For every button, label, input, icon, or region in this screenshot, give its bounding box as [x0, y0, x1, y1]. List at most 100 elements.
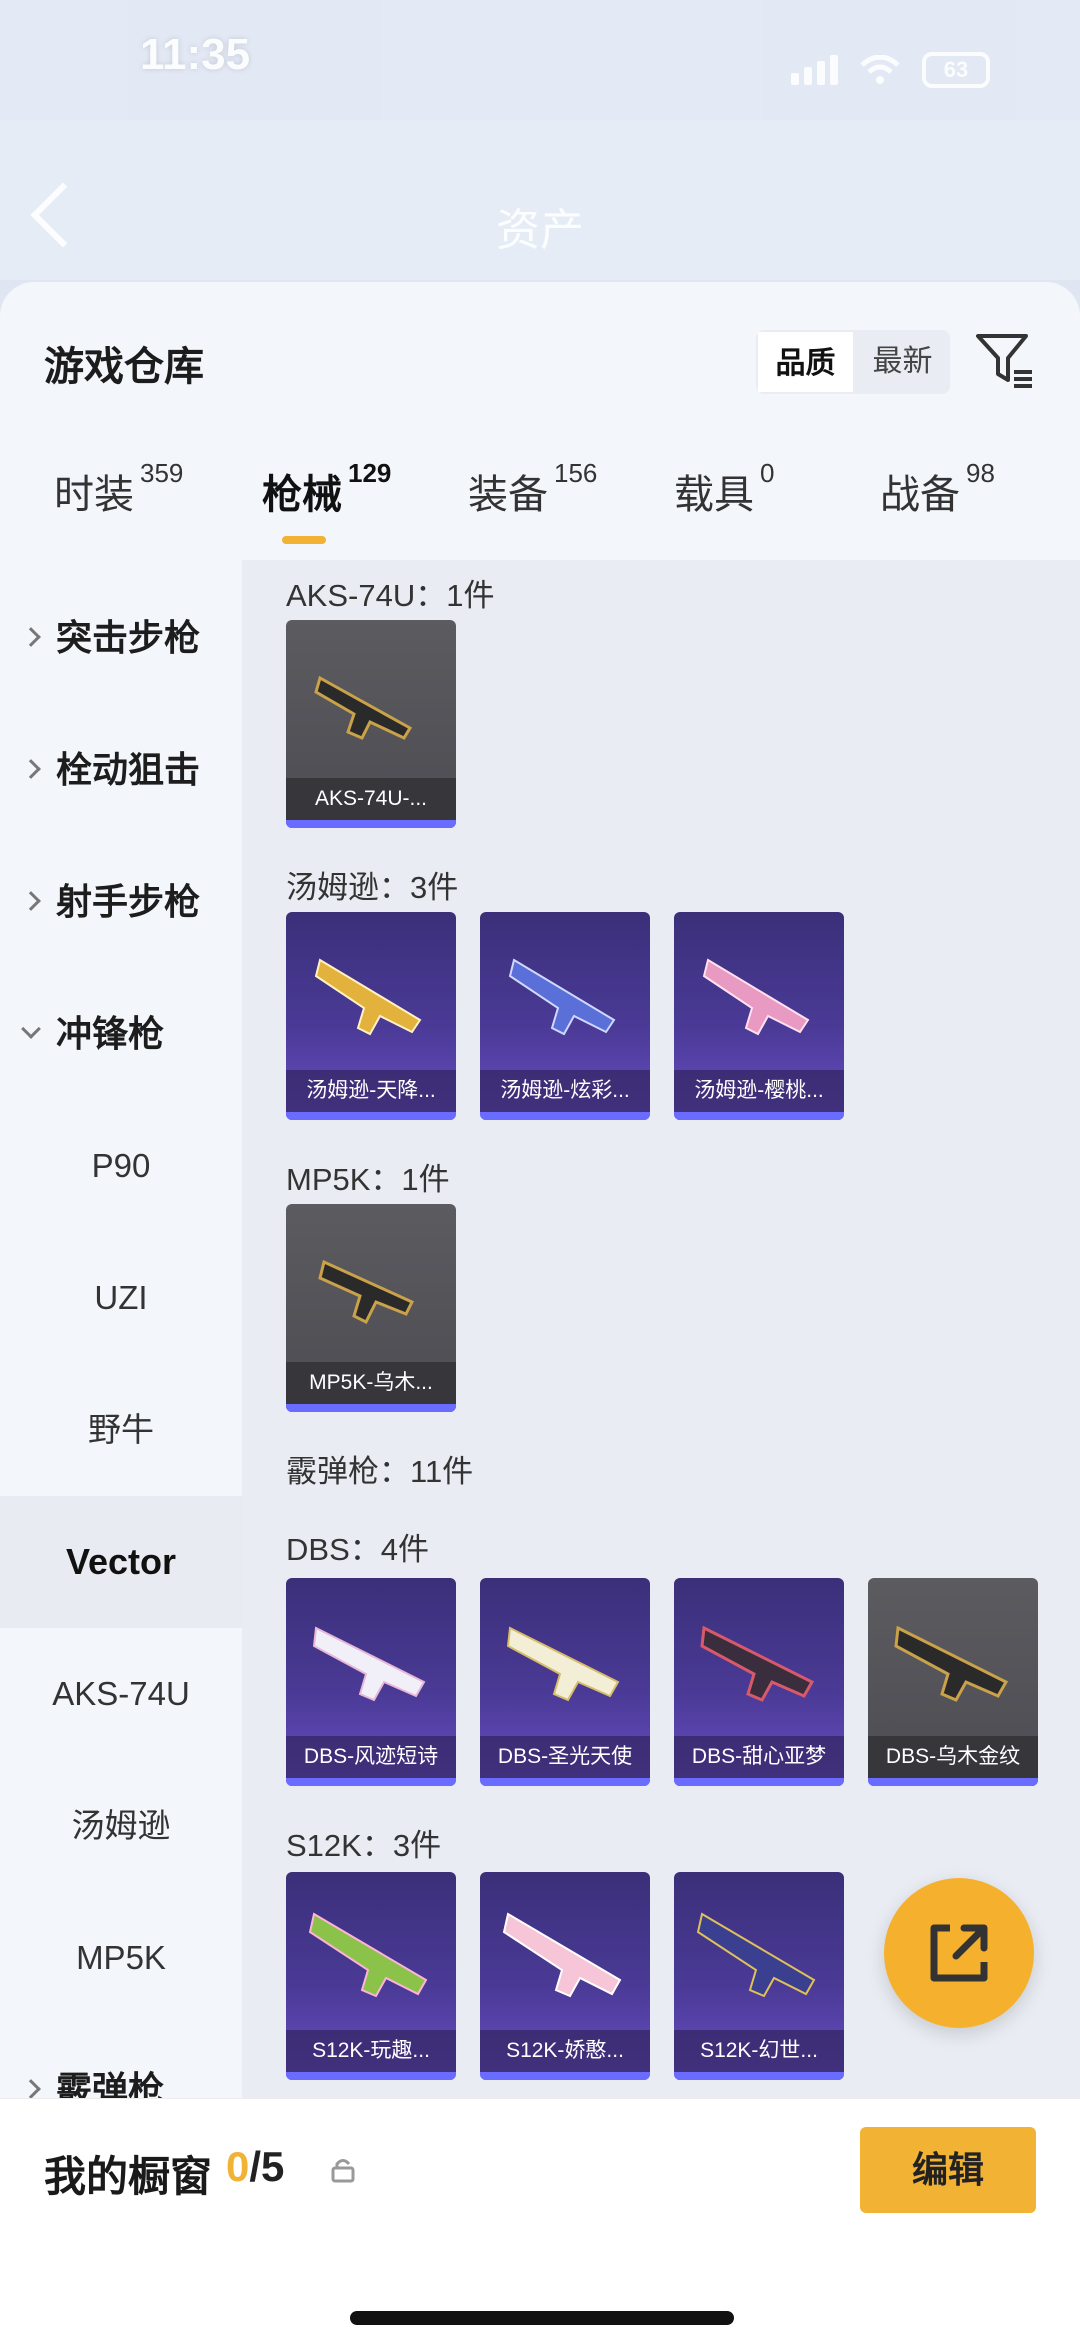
rarity-bar — [868, 1778, 1038, 1786]
weapon-category-sidebar: 突击步枪 栓动狙击 射手步枪 冲锋枪 P90 UZI 野牛 Vector AKS… — [0, 572, 242, 2112]
share-icon — [930, 1924, 988, 1982]
home-indicator[interactable] — [350, 2311, 734, 2325]
sort-toggle: 品质 最新 — [756, 330, 950, 394]
tab-count: 129 — [348, 458, 392, 488]
rarity-bar — [286, 820, 456, 828]
showcase-bar: 我的橱窗 0/5 编辑 — [0, 2098, 1080, 2341]
showcase-used: 0 — [226, 2143, 250, 2190]
weapon-card-label: S12K-娇憨... — [480, 2030, 650, 2072]
rarity-bar — [480, 1778, 650, 1786]
gun-icon — [312, 1626, 426, 1702]
rarity-bar — [674, 1112, 844, 1120]
group-title-shotgun: 霰弹枪：11件 — [286, 1454, 474, 1489]
weapon-card-label: DBS-圣光天使 — [480, 1736, 650, 1778]
sidebar-item-label: 突击步枪 — [56, 617, 201, 658]
sidebar-item-bison[interactable]: 野牛 — [0, 1364, 242, 1496]
tab-label: 装备 — [468, 473, 548, 517]
sidebar-item-p90[interactable]: P90 — [0, 1100, 242, 1232]
weapon-card-label: DBS-风迹短诗 — [286, 1736, 456, 1778]
sidebar-item-bolt-sniper[interactable]: 栓动狙击 — [0, 704, 242, 836]
warehouse-title: 游戏仓库 — [44, 345, 204, 389]
weapon-card[interactable]: DBS-乌木金纹 — [868, 1578, 1038, 1786]
weapon-card[interactable]: DBS-圣光天使 — [480, 1578, 650, 1786]
battery-icon: 63 — [922, 52, 990, 88]
tab-count: 156 — [554, 458, 598, 488]
tab-supplies[interactable]: 战备 98 — [880, 458, 995, 520]
weapon-card[interactable]: DBS-甜心亚梦 — [674, 1578, 844, 1786]
category-tabs: 时装 359 枪械 129 装备 156 载具 0 战备 98 — [0, 458, 1080, 562]
group-title-aks74u: AKS-74U：1件 — [286, 578, 495, 613]
weapon-card-label: S12K-玩趣... — [286, 2030, 456, 2072]
sort-quality-button[interactable]: 品质 — [756, 330, 855, 394]
rarity-bar — [674, 1778, 844, 1786]
gun-icon — [894, 1625, 1009, 1702]
weapon-card[interactable]: S12K-幻世... — [674, 1872, 844, 2080]
sidebar-item-marksman-rifle[interactable]: 射手步枪 — [0, 836, 242, 968]
weapon-card-label: 汤姆逊-天降... — [286, 1070, 456, 1112]
gun-icon — [506, 1626, 620, 1702]
tab-count: 359 — [140, 458, 184, 488]
status-bar: 11:35 63 — [0, 0, 1080, 120]
tab-equipment[interactable]: 装备 156 — [468, 458, 597, 520]
status-time: 11:35 — [140, 30, 251, 79]
lock-icon — [331, 2159, 355, 2183]
rarity-bar — [286, 1404, 456, 1412]
wifi-icon — [860, 55, 900, 84]
sidebar-item-assault-rifle[interactable]: 突击步枪 — [0, 572, 242, 704]
tab-label: 战备 — [880, 473, 960, 517]
group-title-s12k: S12K：3件 — [286, 1828, 442, 1863]
rarity-bar — [480, 2072, 650, 2080]
sidebar-item-uzi[interactable]: UZI — [0, 1232, 242, 1364]
sidebar-item-smg[interactable]: 冲锋枪 — [0, 968, 242, 1100]
gun-icon — [702, 958, 810, 1036]
sidebar-item-label: 冲锋枪 — [56, 1013, 165, 1054]
weapon-card[interactable]: S12K-娇憨... — [480, 1872, 650, 2080]
gun-icon — [700, 1625, 815, 1702]
group-title-mp5k: MP5K：1件 — [286, 1162, 450, 1197]
share-button[interactable] — [884, 1878, 1034, 2028]
app-header: 资产 — [0, 120, 1080, 280]
tab-label: 时装 — [54, 473, 134, 517]
filter-icon[interactable] — [974, 328, 1038, 392]
weapon-card[interactable]: MP5K-乌木... — [286, 1204, 456, 1412]
sidebar-item-vector[interactable]: Vector — [0, 1496, 242, 1628]
weapon-card-label: AKS-74U-... — [286, 778, 456, 820]
weapon-card[interactable]: AKS-74U-... — [286, 620, 456, 828]
group-title-dbs: DBS：4件 — [286, 1532, 429, 1567]
tab-fashion[interactable]: 时装 359 — [54, 458, 183, 520]
sidebar-item-label: 射手步枪 — [56, 881, 201, 922]
tab-firearms[interactable]: 枪械 129 — [262, 458, 391, 520]
showcase-total: /5 — [249, 2143, 285, 2190]
gun-icon — [696, 1912, 816, 1998]
chevron-right-icon — [21, 891, 41, 911]
sidebar-item-mp5k[interactable]: MP5K — [0, 1892, 242, 2024]
group-title-thompson: 汤姆逊：3件 — [286, 870, 459, 905]
edit-button[interactable]: 编辑 — [860, 2127, 1036, 2213]
rarity-bar — [480, 1112, 650, 1120]
sort-newest-button[interactable]: 最新 — [855, 330, 950, 394]
sidebar-item-aks74u[interactable]: AKS-74U — [0, 1628, 242, 1760]
tab-count: 0 — [760, 458, 775, 488]
chevron-right-icon — [21, 759, 41, 779]
weapon-card[interactable]: 汤姆逊-天降... — [286, 912, 456, 1120]
weapon-card-label: DBS-乌木金纹 — [868, 1736, 1038, 1778]
weapon-card[interactable]: 汤姆逊-炫彩... — [480, 912, 650, 1120]
rarity-bar — [286, 2072, 456, 2080]
weapon-card-label: 汤姆逊-樱桃... — [674, 1070, 844, 1112]
tab-label: 枪械 — [262, 473, 342, 517]
sidebar-item-thompson[interactable]: 汤姆逊 — [0, 1760, 242, 1892]
weapon-card[interactable]: 汤姆逊-樱桃... — [674, 912, 844, 1120]
chevron-down-icon — [21, 1019, 41, 1039]
weapon-card[interactable]: DBS-风迹短诗 — [286, 1578, 456, 1786]
signal-icon — [791, 55, 838, 85]
gun-icon — [308, 1912, 428, 1998]
rarity-bar — [674, 2072, 844, 2080]
rarity-bar — [286, 1112, 456, 1120]
gun-icon — [318, 1259, 415, 1325]
showcase-label: 我的橱窗 — [44, 2153, 213, 2200]
showcase-count: 0/5 — [226, 2143, 284, 2191]
active-tab-indicator — [282, 536, 326, 544]
tab-vehicles[interactable]: 载具 0 — [674, 458, 774, 520]
weapon-card[interactable]: S12K-玩趣... — [286, 1872, 456, 2080]
tab-label: 载具 — [674, 473, 754, 517]
